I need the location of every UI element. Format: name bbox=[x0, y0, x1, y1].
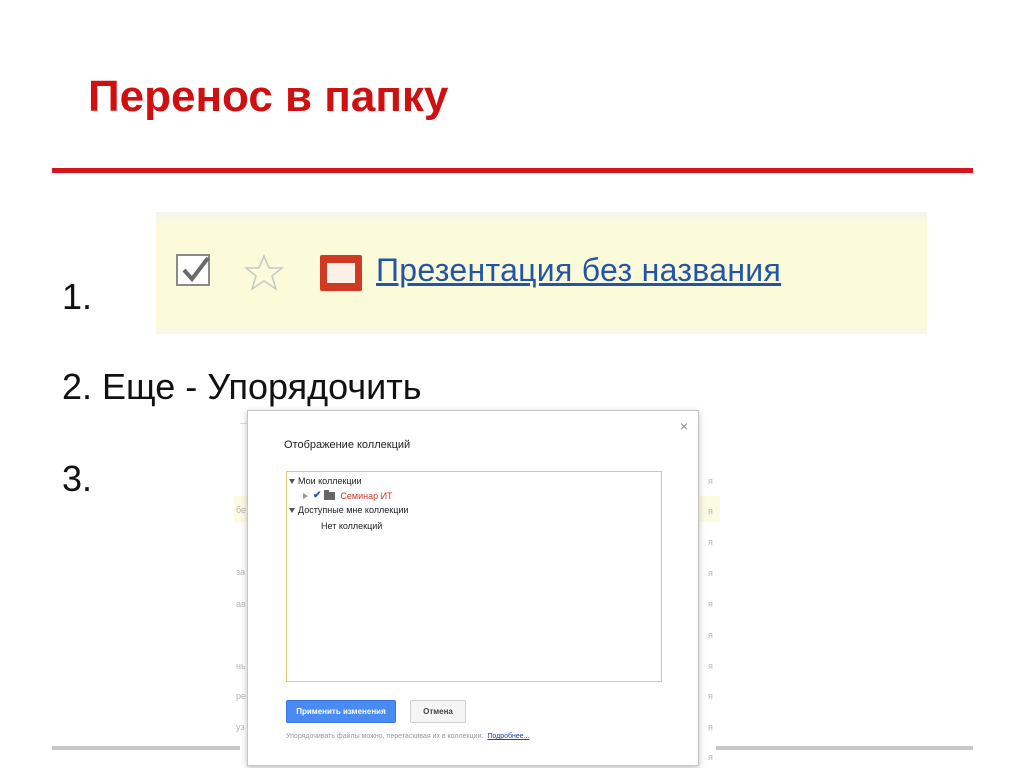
empty-collections-label: Нет коллекций bbox=[321, 521, 383, 531]
learn-more-link[interactable]: Подробнее... bbox=[487, 733, 529, 740]
background-list-text: я bbox=[708, 599, 713, 609]
tree-item-label: Доступные мне коллекции bbox=[298, 505, 409, 515]
background-list-text: бе bbox=[236, 505, 247, 515]
slide-title: Перенос в папку bbox=[88, 72, 449, 121]
cancel-button[interactable]: Отмена bbox=[410, 700, 466, 723]
step-3-label: 3. bbox=[62, 458, 93, 499]
background-list-text: я bbox=[708, 752, 713, 762]
hint-message: Упорядочивать файлы можно, перетаскивая … bbox=[286, 733, 484, 740]
star-icon[interactable] bbox=[243, 253, 285, 297]
file-name-link[interactable]: Презентация без названия bbox=[376, 252, 781, 289]
collections-tree: Мои коллекции ✔ Семинар ИТ Доступные мне… bbox=[286, 471, 662, 682]
close-icon[interactable]: × bbox=[680, 419, 688, 433]
background-list-text: ав bbox=[236, 599, 246, 609]
collection-name: Семинар ИТ bbox=[340, 490, 393, 501]
background-list-text: я bbox=[708, 691, 713, 701]
bottom-divider bbox=[716, 746, 973, 750]
tree-item-my-collections[interactable]: Мои коллекции bbox=[289, 476, 362, 486]
file-checkbox[interactable] bbox=[176, 254, 210, 286]
background-list-text: я bbox=[708, 568, 713, 578]
expand-down-icon[interactable] bbox=[289, 507, 295, 513]
background-list-text: я bbox=[708, 722, 713, 732]
expand-down-icon[interactable] bbox=[289, 478, 295, 484]
hint-text: Упорядочивать файлы можно, перетаскивая … bbox=[286, 733, 530, 740]
expand-right-icon[interactable] bbox=[303, 492, 308, 499]
dialog-title: Отображение коллекций bbox=[284, 439, 411, 451]
step-2-label: 2. Еще - Упорядочить bbox=[62, 366, 422, 407]
background-list-text: ре bbox=[236, 691, 247, 701]
bottom-divider bbox=[52, 746, 240, 750]
background-list-text: я bbox=[708, 661, 713, 671]
checkmark-icon[interactable]: ✔ bbox=[313, 490, 321, 501]
background-list-text: нь bbox=[236, 661, 246, 671]
background-list-text: я bbox=[708, 630, 713, 640]
collections-dialog: × Отображение коллекций Мои коллекции ✔ … bbox=[247, 410, 699, 766]
tree-item-collection[interactable]: ✔ Семинар ИТ bbox=[303, 489, 393, 501]
apply-changes-button[interactable]: Применить изменения bbox=[286, 700, 396, 723]
background-list-text: уз bbox=[236, 722, 245, 732]
tree-item-label: Мои коллекции bbox=[298, 476, 362, 486]
background-list-text: я bbox=[708, 506, 713, 516]
presentation-icon bbox=[320, 255, 362, 291]
background-list-text: я bbox=[708, 537, 713, 547]
checkmark-icon bbox=[182, 256, 210, 283]
title-divider bbox=[52, 168, 973, 173]
tree-item-empty: Нет коллекций bbox=[321, 521, 382, 531]
background-list-text: за bbox=[236, 567, 246, 577]
step-1-label: 1. bbox=[62, 276, 93, 317]
tree-item-shared-collections[interactable]: Доступные мне коллекции bbox=[289, 505, 408, 515]
folder-icon bbox=[324, 489, 336, 500]
background-list-text: я bbox=[708, 476, 713, 486]
